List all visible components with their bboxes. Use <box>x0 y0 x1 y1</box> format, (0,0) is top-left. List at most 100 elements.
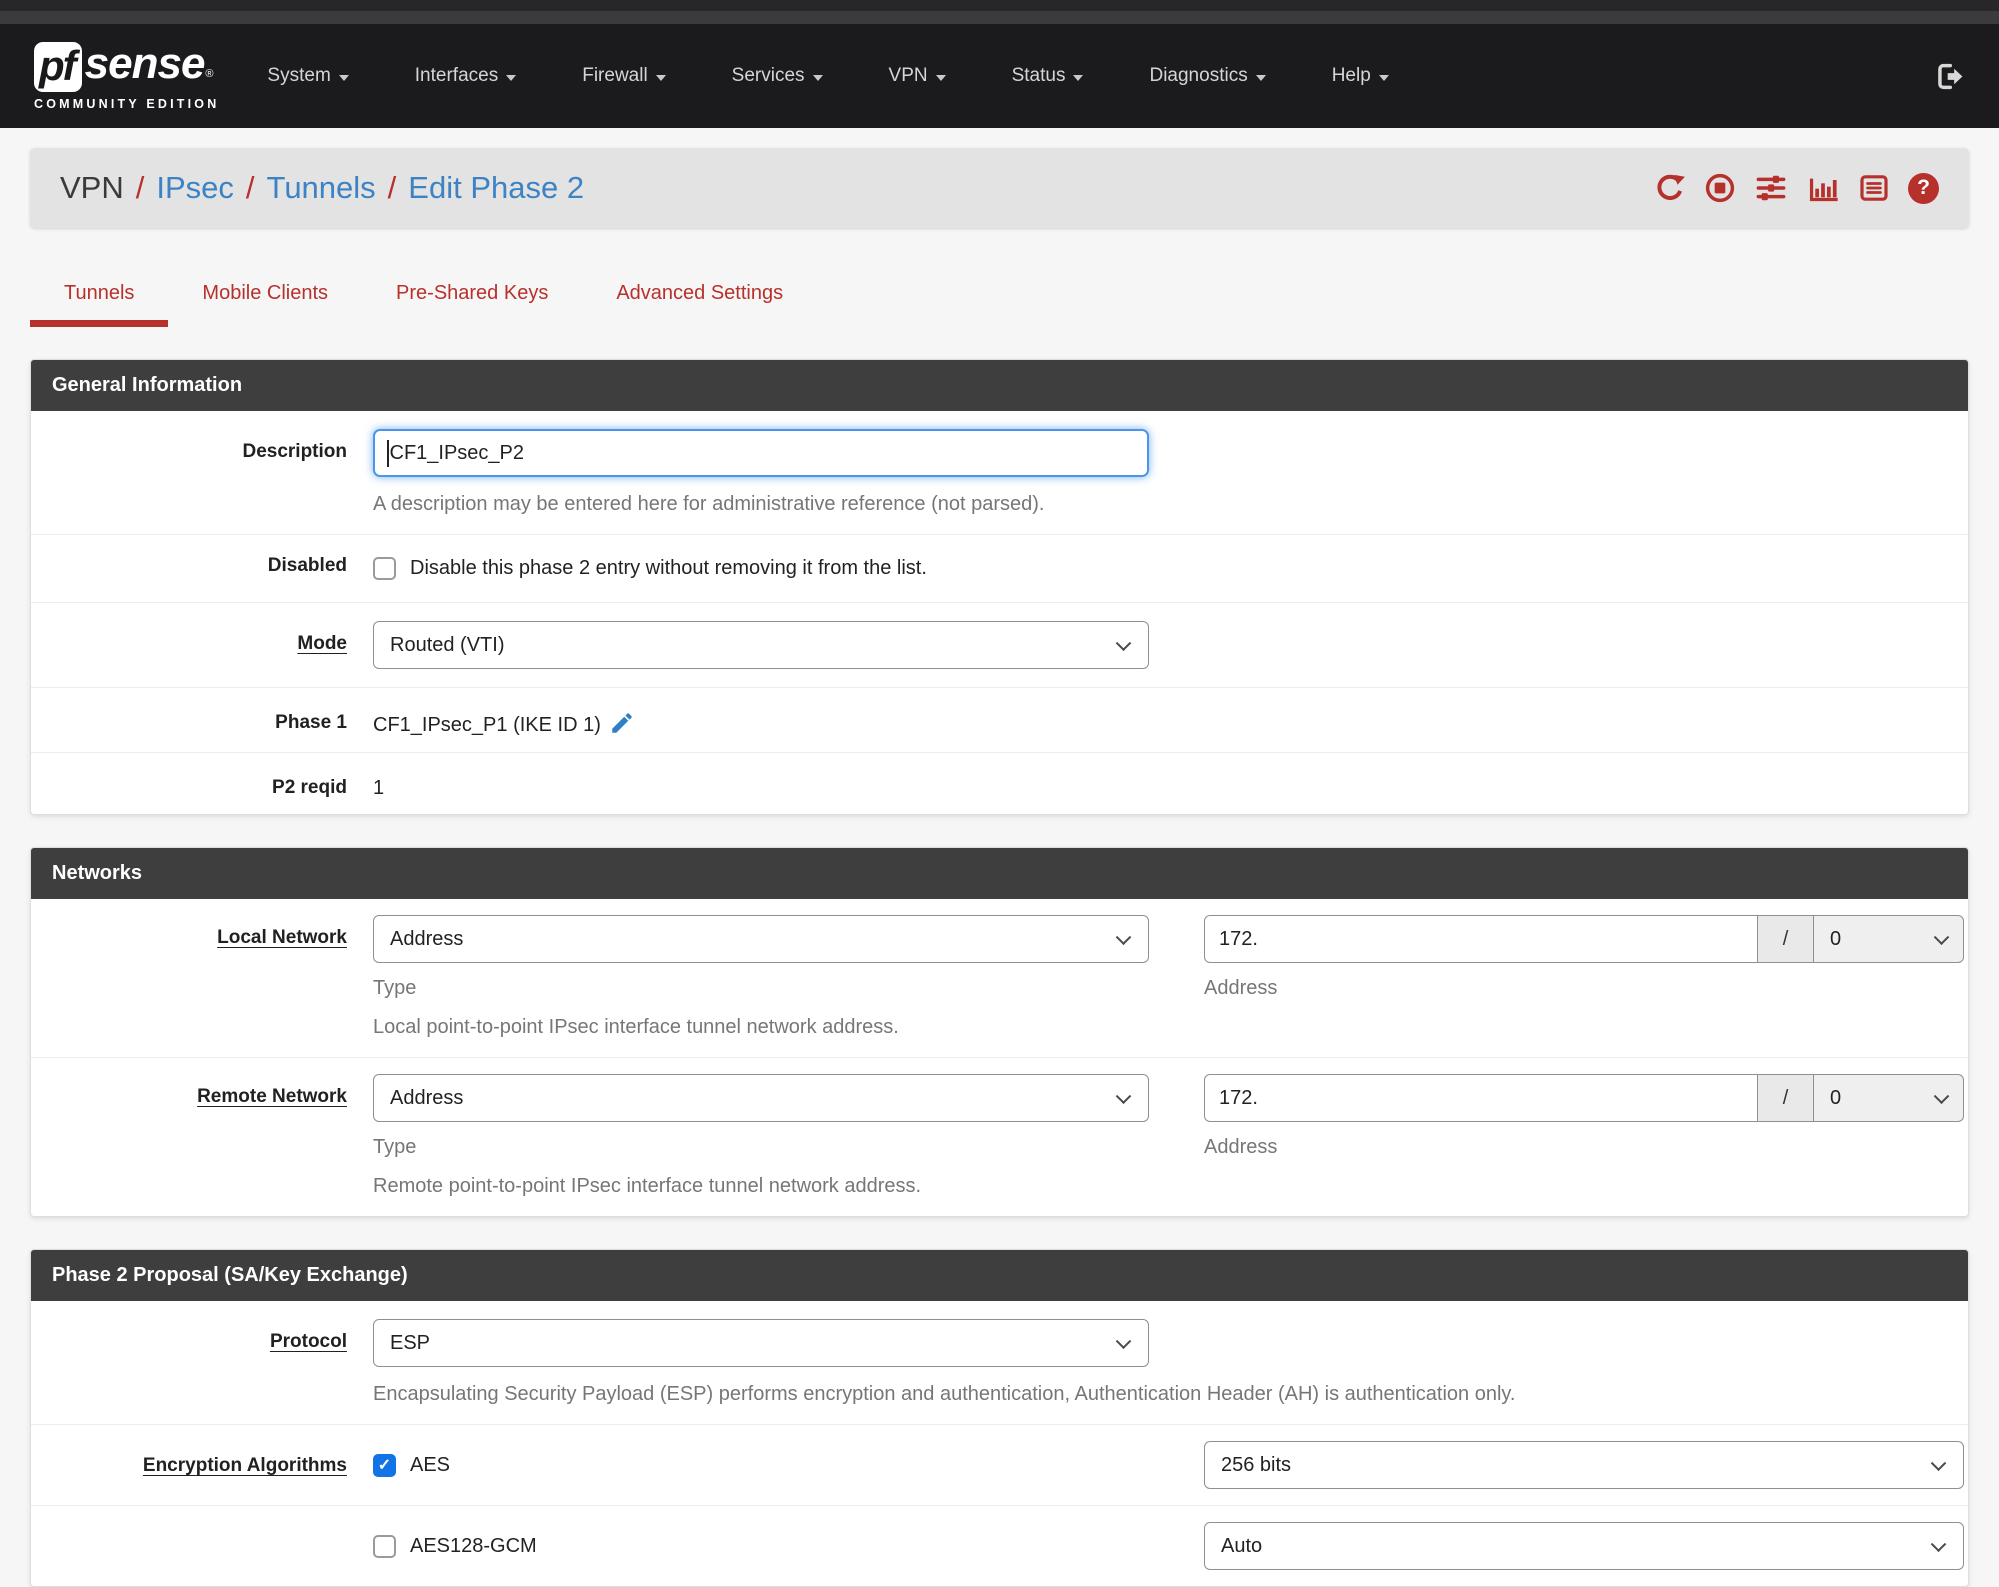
window-edge-gray <box>0 11 1999 24</box>
nav-item-help[interactable]: Help <box>1332 65 1389 87</box>
chevron-down-icon <box>1378 74 1389 81</box>
local-network-type-select[interactable]: Address <box>373 915 1149 963</box>
row-remote-network: Remote Network Address Type 172. / 0 Add… <box>31 1058 1968 1216</box>
help-icon[interactable] <box>1908 172 1939 204</box>
aes128gcm-checkbox-label: AES128-GCM <box>410 1534 537 1557</box>
row-phase1: Phase 1 CF1_IPsec_P1 (IKE ID 1) <box>31 688 1968 753</box>
chevron-down-icon <box>506 74 517 81</box>
aes-checkbox-label: AES <box>410 1453 451 1476</box>
row-encryption-aes: Encryption Algorithms AES 256 bits <box>31 1425 1968 1506</box>
row-disabled: Disabled Disable this phase 2 entry with… <box>31 535 1968 603</box>
registered-mark: ® <box>205 67 214 80</box>
remote-network-help-text: Remote point-to-point IPsec interface tu… <box>373 1175 922 1197</box>
list-icon[interactable] <box>1858 172 1890 204</box>
tab-pre-shared-keys[interactable]: Pre-Shared Keys <box>362 282 582 327</box>
sliders-icon[interactable] <box>1754 172 1788 204</box>
local-network-label[interactable]: Local Network <box>31 899 373 1057</box>
top-navbar: pf sense ® COMMUNITY EDITION System Inte… <box>0 24 1999 128</box>
chevron-down-icon <box>655 74 666 81</box>
disabled-checkbox-label: Disable this phase 2 entry without remov… <box>410 557 927 579</box>
pfsense-logo-sense: sense <box>84 38 206 88</box>
mode-label[interactable]: Mode <box>31 603 373 687</box>
phase1-label: Phase 1 <box>275 712 347 733</box>
nav-item-vpn[interactable]: VPN <box>889 65 946 87</box>
chevron-down-icon <box>1255 74 1266 81</box>
row-local-network: Local Network Address Type 172. / 0 Addr… <box>31 899 1968 1058</box>
breadcrumb-ipsec-link[interactable]: IPsec <box>156 170 234 206</box>
community-edition-tagline: COMMUNITY EDITION <box>34 96 220 111</box>
local-address-caption: Address <box>1204 977 1278 999</box>
panel-networks: Networks Local Network Address Type 172.… <box>30 847 1969 1217</box>
nav-item-status[interactable]: Status <box>1012 65 1084 87</box>
nav-item-label: Firewall <box>582 65 648 86</box>
row-mode: Mode Routed (VTI) <box>31 603 1968 688</box>
local-address-input[interactable]: 172. <box>1204 915 1758 963</box>
breadcrumb-separator: / <box>245 170 255 205</box>
breadcrumb-bar: VPN / IPsec / Tunnels / Edit Phase 2 <box>30 148 1969 228</box>
tab-mobile-clients[interactable]: Mobile Clients <box>168 282 362 327</box>
description-value: CF1_IPsec_P2 <box>389 441 525 464</box>
remote-type-caption: Type <box>373 1136 417 1158</box>
row-p2reqid: P2 reqid 1 <box>31 753 1968 814</box>
row-protocol: Protocol ESP Encapsulating Security Payl… <box>31 1301 1968 1425</box>
stop-circle-icon[interactable] <box>1704 172 1736 204</box>
encryption-algorithms-label[interactable]: Encryption Algorithms <box>31 1425 373 1505</box>
tab-tunnels[interactable]: Tunnels <box>30 282 169 327</box>
panel-general-information: General Information Description CF1_IPse… <box>30 359 1969 815</box>
breadcrumb-edit-phase2[interactable]: Edit Phase 2 <box>408 170 584 206</box>
nav-item-label: VPN <box>888 65 928 86</box>
chevron-down-icon <box>812 74 823 81</box>
breadcrumb-tunnels-link[interactable]: Tunnels <box>267 170 376 206</box>
pencil-icon[interactable] <box>609 710 635 736</box>
description-input[interactable]: CF1_IPsec_P2 <box>373 429 1149 477</box>
local-mask-select[interactable]: 0 <box>1814 915 1964 963</box>
row-description: Description CF1_IPsec_P2 A description m… <box>31 411 1968 535</box>
nav-item-label: Interfaces <box>414 65 499 86</box>
nav-item-label: Services <box>731 65 805 86</box>
remote-network-type-select[interactable]: Address <box>373 1074 1149 1122</box>
chevron-down-icon <box>1073 74 1084 81</box>
aes128gcm-checkbox[interactable] <box>373 1534 396 1558</box>
remote-mask-select[interactable]: 0 <box>1814 1074 1964 1122</box>
phase1-value: CF1_IPsec_P1 (IKE ID 1) <box>373 713 601 736</box>
logout-button[interactable] <box>1934 61 1965 92</box>
pfsense-logo-pf: pf <box>34 41 82 92</box>
breadcrumb-separator: / <box>135 170 145 205</box>
nav-item-interfaces[interactable]: Interfaces <box>414 65 517 87</box>
p2reqid-label: P2 reqid <box>272 777 347 798</box>
mode-select[interactable]: Routed (VTI) <box>373 621 1149 669</box>
window-edge-dark <box>0 0 1999 11</box>
nav-item-label: Status <box>1011 65 1066 86</box>
protocol-label[interactable]: Protocol <box>31 1301 373 1424</box>
local-network-help-text: Local point-to-point IPsec interface tun… <box>373 1016 899 1038</box>
panel-title: Phase 2 Proposal (SA/Key Exchange) <box>31 1250 1968 1301</box>
protocol-select[interactable]: ESP <box>373 1319 1149 1367</box>
tab-advanced-settings[interactable]: Advanced Settings <box>582 282 817 327</box>
panel-title: Networks <box>31 848 1968 899</box>
disabled-checkbox[interactable] <box>373 557 396 580</box>
nav-item-firewall[interactable]: Firewall <box>582 65 666 87</box>
refresh-icon[interactable] <box>1654 172 1686 204</box>
empty-label <box>31 1506 373 1586</box>
chevron-down-icon <box>935 74 946 81</box>
nav-menu: System Interfaces Firewall Services VPN … <box>219 65 1389 87</box>
page-action-icons <box>1654 172 1939 204</box>
remote-address-caption: Address <box>1204 1136 1278 1158</box>
nav-item-diagnostics[interactable]: Diagnostics <box>1149 65 1266 87</box>
aes-checkbox[interactable] <box>373 1453 396 1477</box>
remote-address-input[interactable]: 172. <box>1204 1074 1758 1122</box>
aes128gcm-keylen-select[interactable]: Auto <box>1204 1522 1964 1570</box>
breadcrumb: VPN / IPsec / Tunnels / Edit Phase 2 <box>60 170 584 206</box>
nav-item-label: Diagnostics <box>1149 65 1248 86</box>
row-encryption-aes128gcm: AES128-GCM Auto <box>31 1506 1968 1586</box>
panel-phase2-proposal: Phase 2 Proposal (SA/Key Exchange) Proto… <box>30 1249 1969 1587</box>
breadcrumb-separator: / <box>387 170 397 205</box>
bar-chart-icon[interactable] <box>1806 172 1840 204</box>
remote-network-label[interactable]: Remote Network <box>31 1058 373 1216</box>
nav-item-label: Help <box>1331 65 1371 86</box>
nav-item-services[interactable]: Services <box>732 65 823 87</box>
pfsense-logo[interactable]: pf sense ® COMMUNITY EDITION <box>34 38 220 111</box>
nav-item-system[interactable]: System <box>267 65 349 87</box>
aes-keylen-select[interactable]: 256 bits <box>1204 1441 1964 1489</box>
local-mask-separator: / <box>1758 915 1814 963</box>
